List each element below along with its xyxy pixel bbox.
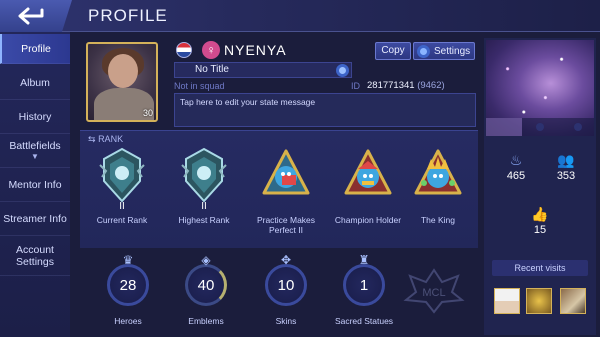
stat-ring: ♛ 28	[107, 253, 149, 306]
cover-tab-1[interactable]	[486, 118, 522, 136]
player-server-id: (9462)	[417, 80, 445, 91]
female-gender-icon: ♀	[202, 41, 220, 59]
stat-label: Heroes	[114, 316, 142, 326]
mythic-rank-emblem-icon	[181, 147, 227, 203]
state-message-field[interactable]: Tap here to edit your state message	[174, 93, 476, 127]
sidebar-item-album[interactable]: Album	[0, 66, 70, 100]
stat-value: 10	[277, 276, 295, 294]
recent-visitor-avatar[interactable]	[560, 288, 586, 314]
avatar[interactable]: 30	[86, 42, 158, 122]
rank-header: ⇆ RANK	[88, 134, 123, 145]
cover-tab-2[interactable]	[536, 123, 544, 131]
sidebar-item-streamer-info[interactable]: Streamer Info	[0, 202, 70, 236]
likes-stat[interactable]: 👍 15	[520, 206, 560, 236]
country-flag-icon	[176, 42, 192, 58]
chevron-down-icon: ▼	[31, 152, 39, 161]
right-panel: ♨ 465 👥 353 👍 15 Recent visits	[484, 38, 596, 335]
title-settings-gear-icon[interactable]	[336, 64, 349, 77]
top-bar: PROFILE	[0, 0, 600, 32]
cover-tab-3[interactable]	[574, 123, 582, 131]
sidebar-item-label: Profile	[21, 42, 51, 55]
player-id-number: 281771341	[367, 80, 415, 91]
sidebar-item-history[interactable]: History	[0, 100, 70, 134]
rank-current[interactable]: II Current Rank	[82, 147, 162, 247]
back-button[interactable]	[0, 0, 72, 32]
thumbs-up-icon: 👍	[531, 206, 549, 222]
sidebar-item-label: History	[18, 110, 52, 123]
sidebar-item-profile[interactable]: Profile	[0, 34, 70, 64]
stat-emblems[interactable]: ◈ 40 Emblems	[176, 252, 236, 334]
stat-label: Emblems	[188, 316, 224, 326]
sidebar-item-account-settings[interactable]: Account Settings	[0, 236, 70, 276]
stat-value: 1	[359, 276, 369, 294]
stat-value: 28	[119, 276, 137, 294]
popularity-stat[interactable]: ♨ 465	[496, 152, 536, 182]
followers-count: 353	[556, 170, 576, 182]
recent-visitor-avatar[interactable]	[526, 288, 552, 314]
rank-highest[interactable]: II Highest Rank	[164, 147, 244, 247]
rank-label: Champion Holder	[334, 215, 402, 225]
likes-count: 15	[533, 224, 547, 236]
stat-ring: ✥ 10	[265, 253, 307, 306]
statue-icon: ♜	[358, 253, 370, 267]
skin-shirt-icon: ✥	[280, 253, 292, 267]
sidebar-item-label: Battlefields	[9, 140, 61, 152]
sidebar-nav: Profile Album History Battlefields ▼ Men…	[0, 32, 70, 337]
player-name: NYENYA	[224, 42, 287, 58]
copy-id-button[interactable]: Copy	[375, 42, 411, 60]
rank-header-label: RANK	[98, 134, 124, 144]
rank-panel: ⇆ RANK II Current Rank II Highest Rank P…	[80, 130, 478, 248]
avatar-face	[108, 54, 138, 88]
stat-label: Skins	[275, 316, 297, 326]
sidebar-item-label: Account Settings	[16, 243, 54, 268]
player-id: 281771341 (9462)	[367, 80, 445, 91]
stat-ring: ♜ 1	[343, 253, 385, 306]
mythic-rank-emblem-icon	[99, 147, 145, 203]
achievement-badge-icon	[414, 149, 462, 195]
hero-crest-icon: ♛	[122, 253, 134, 267]
rank-champion-holder[interactable]: Champion Holder	[328, 147, 408, 247]
rank-label: The King	[420, 215, 456, 225]
stat-value: 40	[197, 276, 215, 294]
fire-icon: ♨	[509, 152, 523, 168]
rank-label: Highest Rank	[178, 215, 230, 225]
achievement-badge-icon	[344, 149, 392, 195]
sidebar-item-mentor-info[interactable]: Mentor Info	[0, 168, 70, 202]
cover-tab-bar	[486, 118, 594, 136]
followers-stat[interactable]: 👥 353	[546, 152, 586, 182]
rank-swap-icon: ⇆	[88, 134, 96, 144]
stat-heroes[interactable]: ♛ 28 Heroes	[98, 252, 158, 334]
title-selector[interactable]: No Title	[174, 62, 352, 78]
rank-practice-makes-perfect[interactable]: Practice Makes Perfect II	[246, 147, 326, 247]
rank-label: Current Rank	[96, 215, 148, 225]
avatar-level: 30	[142, 108, 153, 118]
sidebar-item-battlefields[interactable]: Battlefields ▼	[0, 134, 70, 168]
sidebar-item-label: Mentor Info	[8, 178, 62, 191]
achievement-badge-icon	[262, 149, 310, 195]
profile-main: 30 ♀ NYENYA Copy Settings No Title Not i…	[72, 34, 480, 334]
sidebar-item-label: Album	[20, 76, 50, 89]
page-title: PROFILE	[88, 6, 168, 25]
stat-skins[interactable]: ✥ 10 Skins	[256, 252, 316, 334]
recent-visitor-avatar[interactable]	[494, 288, 520, 314]
rank-the-king[interactable]: The King	[398, 147, 478, 247]
stat-label: Sacred Statues	[334, 316, 394, 326]
id-label: ID	[351, 81, 360, 91]
people-icon: 👥	[557, 152, 575, 168]
settings-button[interactable]: Settings	[413, 42, 475, 60]
gear-icon	[417, 44, 430, 58]
stat-sacred-statues[interactable]: ♜ 1 Sacred Statues	[334, 252, 394, 334]
rank-label: Practice Makes Perfect II	[256, 215, 316, 235]
squad-status: Not in squad	[174, 81, 225, 91]
recent-visits-label: Recent visits	[492, 260, 588, 276]
mcl-wings-badge-icon: MCL	[403, 268, 465, 314]
settings-label: Settings	[434, 45, 471, 57]
mcl-badge-text: MCL	[422, 287, 445, 299]
sidebar-item-label: Streamer Info	[3, 212, 67, 225]
popularity-count: 465	[506, 170, 526, 182]
back-arrow-icon	[18, 7, 44, 25]
emblem-diamond-icon: ◈	[201, 253, 211, 267]
stat-ring: ◈ 40	[185, 253, 227, 306]
